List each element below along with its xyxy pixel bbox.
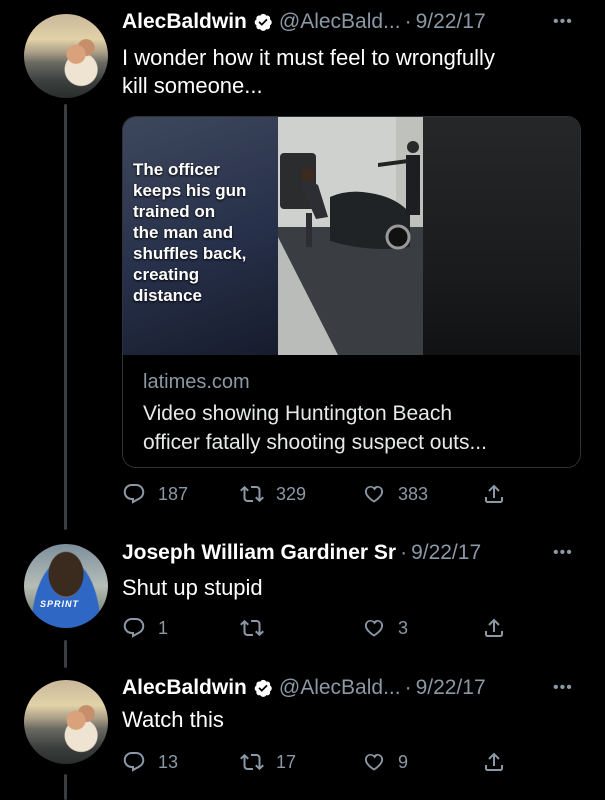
separator: · bbox=[404, 676, 412, 699]
display-name[interactable]: AlecBaldwin bbox=[122, 10, 247, 34]
card-info: latimes.com Video showing Huntington Bea… bbox=[123, 355, 580, 467]
more-options-icon[interactable]: ••• bbox=[553, 679, 573, 697]
tweet-header: AlecBaldwin @AlecBald... · 9/22/17 bbox=[122, 676, 486, 700]
caption-line: keeps his gun bbox=[133, 181, 247, 200]
separator: · bbox=[404, 10, 412, 33]
tweet-date[interactable]: 9/22/17 bbox=[416, 10, 486, 34]
card-title-line: officer fatally shooting suspect outs... bbox=[143, 431, 487, 454]
more-options-icon[interactable]: ••• bbox=[553, 544, 573, 562]
verified-badge-icon bbox=[253, 678, 273, 698]
share-icon bbox=[482, 482, 506, 506]
tweet-actions: 13 17 9 bbox=[122, 750, 522, 780]
tweet-date[interactable]: 9/22/17 bbox=[416, 676, 486, 700]
reply-count: 187 bbox=[158, 483, 189, 504]
avatar[interactable] bbox=[24, 14, 108, 98]
reply-button[interactable]: 187 bbox=[122, 482, 188, 506]
tweet-actions: 1 3 bbox=[122, 616, 522, 646]
thread-line bbox=[64, 640, 67, 668]
retweet-button[interactable] bbox=[240, 616, 264, 640]
tweet-header: Joseph William Gardiner Sr · 9/22/17 bbox=[122, 541, 481, 565]
share-icon bbox=[482, 750, 506, 774]
retweet-icon bbox=[240, 750, 264, 774]
verified-badge-icon bbox=[253, 12, 273, 32]
reply-icon bbox=[122, 482, 146, 506]
user-handle[interactable]: @AlecBald... bbox=[279, 10, 401, 34]
thread-line bbox=[64, 774, 67, 800]
retweet-count: 17 bbox=[276, 751, 297, 772]
card-title-line: Video showing Huntington Beach bbox=[143, 402, 453, 425]
tweet-text-line: kill someone... bbox=[122, 73, 263, 98]
scene-illustration bbox=[278, 117, 423, 355]
tweet-text-line: I wonder how it must feel to wrongfully bbox=[122, 45, 495, 70]
caption-line: trained on bbox=[133, 202, 216, 221]
share-button[interactable] bbox=[482, 482, 506, 506]
reply-count: 13 bbox=[158, 751, 179, 772]
display-name[interactable]: AlecBaldwin bbox=[122, 676, 247, 700]
card-title: Video showing Huntington Beach officer f… bbox=[143, 399, 568, 457]
reply-count: 1 bbox=[158, 617, 169, 638]
avatar[interactable]: SPRINT bbox=[24, 544, 108, 628]
avatar-shirt-logo: SPRINT bbox=[40, 599, 80, 609]
thread-line bbox=[64, 104, 67, 530]
share-button[interactable] bbox=[482, 750, 506, 774]
display-name[interactable]: Joseph William Gardiner Sr bbox=[122, 541, 396, 565]
more-options-icon[interactable]: ••• bbox=[553, 13, 573, 31]
avatar[interactable] bbox=[24, 680, 108, 764]
card-domain: latimes.com bbox=[143, 371, 250, 393]
thumbnail-caption-panel: The officer keeps his gun trained on the… bbox=[123, 117, 278, 355]
caption-line: creating bbox=[133, 265, 200, 284]
reply-icon bbox=[122, 750, 146, 774]
caption-line: The officer bbox=[133, 160, 220, 179]
tweet-text: Shut up stupid bbox=[122, 574, 263, 602]
retweet-button[interactable]: 329 bbox=[240, 482, 306, 506]
heart-icon bbox=[362, 616, 386, 640]
tweet-date[interactable]: 9/22/17 bbox=[411, 541, 481, 565]
retweet-count: 329 bbox=[276, 483, 307, 504]
tweet-text-line: Shut up stupid bbox=[122, 575, 263, 600]
caption-line: distance bbox=[133, 286, 202, 305]
tweet-text-line: Watch this bbox=[122, 707, 224, 732]
reply-icon bbox=[122, 616, 146, 640]
like-button[interactable]: 383 bbox=[362, 482, 428, 506]
retweet-icon bbox=[240, 482, 264, 506]
thumbnail-scene bbox=[278, 117, 423, 355]
thumbnail-blurred-edge bbox=[423, 117, 580, 355]
retweet-icon bbox=[240, 616, 264, 640]
heart-icon bbox=[362, 482, 386, 506]
thumbnail-caption: The officer keeps his gun trained on the… bbox=[133, 159, 283, 306]
like-button[interactable]: 9 bbox=[362, 750, 408, 774]
card-video-thumbnail[interactable]: The officer keeps his gun trained on the… bbox=[123, 117, 580, 355]
like-count: 9 bbox=[398, 751, 409, 772]
caption-line: the man and bbox=[133, 223, 234, 242]
caption-line: shuffles back, bbox=[133, 244, 247, 263]
separator: · bbox=[400, 541, 408, 564]
user-handle[interactable]: @AlecBald... bbox=[279, 676, 401, 700]
tweet-header: AlecBaldwin @AlecBald... · 9/22/17 bbox=[122, 10, 486, 34]
share-button[interactable] bbox=[482, 616, 506, 640]
tweet-text: Watch this bbox=[122, 706, 224, 734]
like-count: 3 bbox=[398, 617, 409, 638]
tweet-text: I wonder how it must feel to wrongfully … bbox=[122, 44, 495, 100]
share-icon bbox=[482, 616, 506, 640]
reply-button[interactable]: 1 bbox=[122, 616, 168, 640]
link-card[interactable]: The officer keeps his gun trained on the… bbox=[122, 116, 581, 468]
tweet-actions: 187 329 383 bbox=[122, 482, 522, 512]
retweet-button[interactable]: 17 bbox=[240, 750, 296, 774]
heart-icon bbox=[362, 750, 386, 774]
like-count: 383 bbox=[398, 483, 429, 504]
reply-button[interactable]: 13 bbox=[122, 750, 178, 774]
like-button[interactable]: 3 bbox=[362, 616, 408, 640]
